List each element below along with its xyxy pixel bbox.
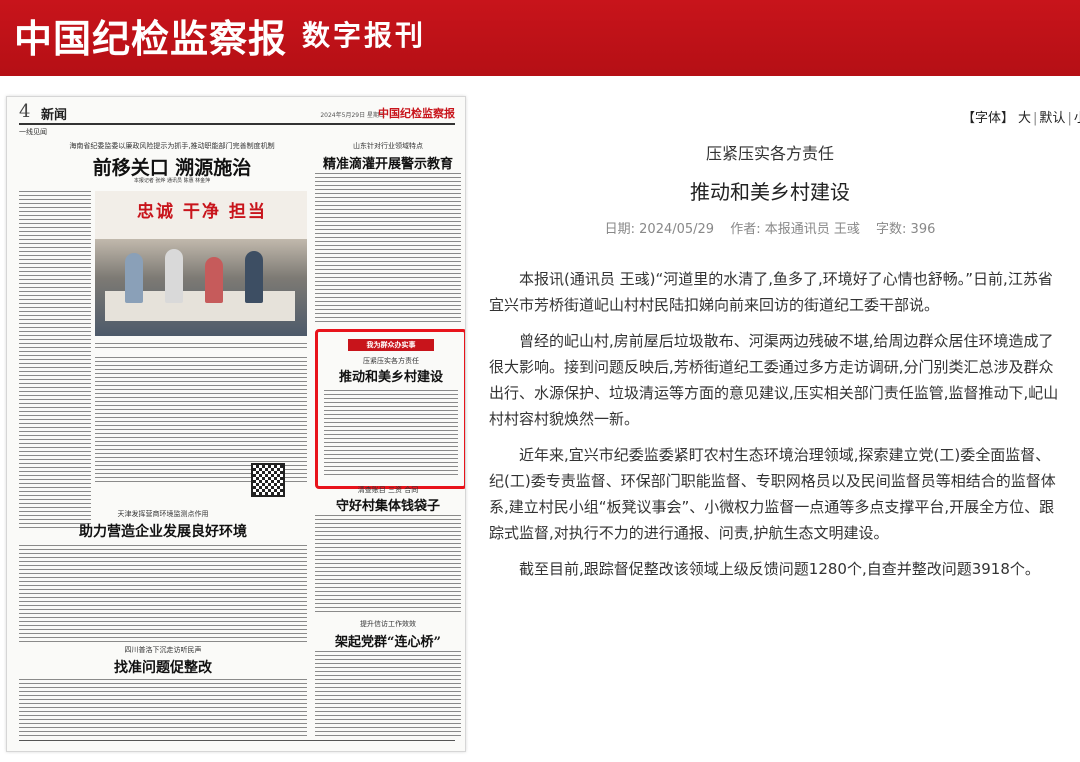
news-photo[interactable]: 忠诚 干净 担当 xyxy=(95,191,307,336)
article-paragraph: 近年来,宜兴市纪委监委紧盯农村生态环境治理领域,探索建立党(工)委全面监督、纪(… xyxy=(489,446,1056,542)
photo-person xyxy=(205,257,223,303)
font-size-bar: 【字体】大|默认|小 xyxy=(960,107,1080,126)
article-subtitle: 压紧压实各方责任 xyxy=(705,144,834,163)
story2-headline[interactable]: 精准滴灌开展警示教育 xyxy=(315,153,461,172)
story1-headline[interactable]: 前移关口 溯源施治 xyxy=(47,153,297,180)
selected-article-box[interactable]: 我为群众办实事 压紧压实各方责任 推动和美乡村建设 xyxy=(315,329,465,489)
site-header: 中国纪检监察报 数字报刊 xyxy=(0,0,1080,76)
page-footer xyxy=(19,740,455,747)
qr-code xyxy=(251,463,285,497)
story1-text-column[interactable] xyxy=(19,189,91,529)
story5-kicker[interactable]: 提升信访工作效效 xyxy=(315,619,461,629)
story1-byline: 本报记者 张烨 通讯员 陈惠 林金萍 xyxy=(133,178,211,184)
photo-person xyxy=(165,249,183,303)
article-paragraph: 曾经的屺山村,房前屋后垃圾散布、河渠两边残破不堪,给周边群众居住环境造成了很大影… xyxy=(489,332,1059,428)
separator: | xyxy=(1067,111,1072,126)
story6-headline[interactable]: 找准问题促整改 xyxy=(19,657,307,677)
box-kicker: 压紧压实各方责任 xyxy=(363,357,419,365)
photo-caption xyxy=(95,341,307,351)
page-logo: 中国纪检监察报 xyxy=(378,107,455,120)
font-default-link[interactable]: 默认 xyxy=(1039,111,1065,126)
article-paragraph: 截至目前,跟踪督促整改该领域上级反馈问题1280个,自查并整改问题3918个。 xyxy=(519,560,1040,578)
column-label: 一线见闻 xyxy=(19,128,47,136)
photo-person xyxy=(125,253,143,303)
article-title: 推动和美乡村建设 xyxy=(690,180,850,204)
story2-kicker[interactable]: 山东针对行业领域特点 xyxy=(315,141,461,151)
font-large-link[interactable]: 大 xyxy=(1018,111,1031,126)
page-date: 2024年5月29日 星期三 xyxy=(320,112,385,119)
article-meta: 日期: 2024/05/29 作者: 本报通讯员 王彧 字数: 396 xyxy=(560,218,980,237)
story3-kicker[interactable]: 清查账目 三资 合同 xyxy=(315,485,461,495)
story3-headline[interactable]: 守好村集体钱袋子 xyxy=(315,495,461,514)
story4-headline[interactable]: 助力营造企业发展良好环境 xyxy=(19,521,307,541)
story6-kicker[interactable]: 四川普洛下沉走访听民声 xyxy=(19,645,307,655)
story5-headline[interactable]: 架起党群“连心桥” xyxy=(315,631,461,650)
article-paragraph: 本报讯(通讯员 王彧)“河道里的水清了,鱼多了,环境好了心情也舒畅。”日前,江苏… xyxy=(489,270,1053,314)
story2-text[interactable] xyxy=(315,171,461,323)
photo-banner-text: 忠诚 干净 担当 xyxy=(137,202,267,222)
font-small-link[interactable]: 小 xyxy=(1074,111,1080,126)
site-subtitle: 数字报刊 xyxy=(302,19,427,52)
newspaper-page-thumbnail[interactable]: 4 新闻 2024年5月29日 星期三 中国纪检监察报 一线见闻 海南省纪委监委… xyxy=(6,96,466,752)
article-author: 作者: 本报通讯员 王彧 xyxy=(730,222,860,237)
article-wordcount: 字数: 396 xyxy=(876,222,936,237)
box-headline: 推动和美乡村建设 xyxy=(338,370,443,385)
story5-text[interactable] xyxy=(315,649,461,739)
article-body: 本报讯(通讯员 王彧)“河道里的水清了,鱼多了,环境好了心情也舒畅。”日前,江苏… xyxy=(489,266,1061,592)
box-text xyxy=(324,388,458,478)
story4-kicker[interactable]: 天津发挥营商环境监测点作用 xyxy=(19,509,307,519)
separator: | xyxy=(1033,111,1038,126)
box-label: 我为群众办实事 xyxy=(348,339,434,351)
photo-person xyxy=(245,251,263,303)
story6-text[interactable] xyxy=(19,677,307,737)
story4-text[interactable] xyxy=(19,543,307,643)
page-section: 新闻 xyxy=(41,108,68,123)
font-size-label: 【字体】 xyxy=(962,111,1015,126)
story3-text[interactable] xyxy=(315,513,461,613)
page-number: 4 xyxy=(19,101,31,122)
story1-kicker[interactable]: 海南省纪委监委以廉政风险提示为抓手,推动职能部门完善制度机制 xyxy=(47,141,297,151)
page-masthead: 4 新闻 2024年5月29日 星期三 中国纪检监察报 xyxy=(19,101,455,125)
brand-logo[interactable]: 中国纪检监察报 xyxy=(14,8,287,63)
article-date: 日期: 2024/05/29 xyxy=(604,222,715,237)
